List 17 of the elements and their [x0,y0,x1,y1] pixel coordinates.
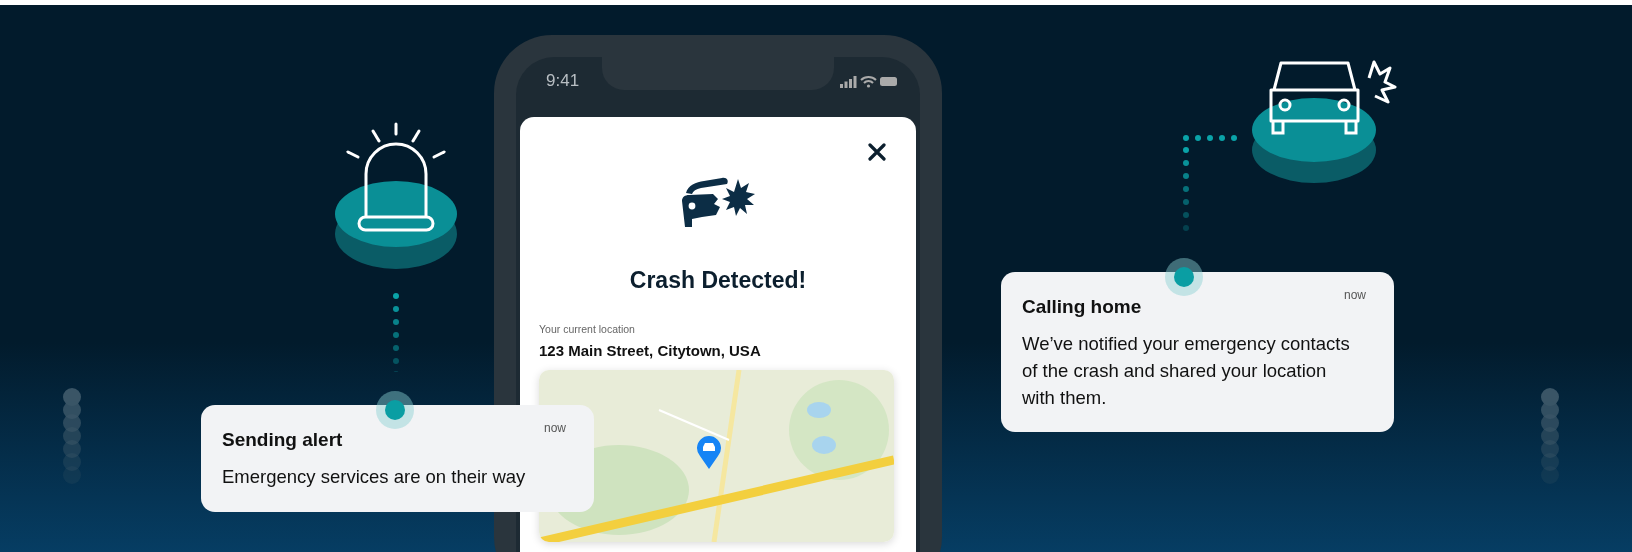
alert-title: Crash Detected! [628,267,808,294]
close-icon[interactable] [868,143,886,161]
status-time: 9:41 [546,71,580,91]
notification-title: Sending alert [222,429,344,451]
notification-message: Emergency services are on their way [222,465,527,489]
connector-dot-icon [1164,257,1204,297]
notification-title: Calling home [1022,296,1143,318]
address-text: 123 Main Street, Citytown, USA [539,342,761,359]
connector-dot-icon [375,390,415,430]
siren-icon [333,122,459,272]
notification-time: now [544,421,566,435]
location-label: Your current location [539,323,635,335]
notification-time: now [1344,288,1366,302]
location-pin-icon [696,435,722,469]
car-crash-icon [1252,60,1397,185]
status-icons-drawing [840,74,898,88]
notification-message: We’ve notified your emergency contacts of the crash and shared your location with them. [1022,332,1351,410]
